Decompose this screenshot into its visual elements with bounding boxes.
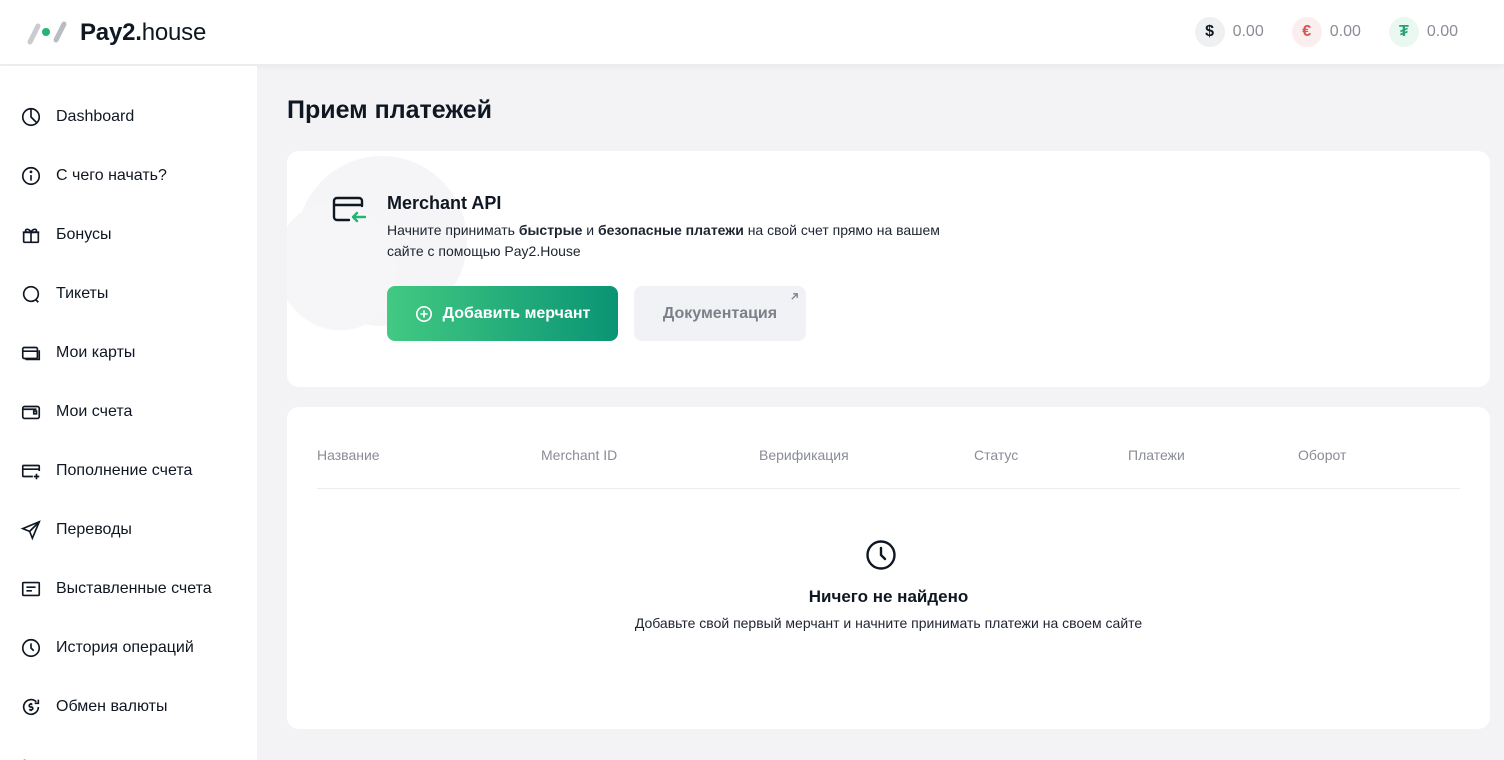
pie-chart-icon [21,107,41,127]
clock-icon [866,540,896,570]
sidebar-item-label: Пополнение счета [56,462,193,479]
add-merchant-label: Добавить мерчант [442,304,591,322]
column-header-merchant-id[interactable]: Merchant ID [541,447,617,463]
logo-text-bold: Pay2. [80,19,142,46]
info-icon [21,166,41,186]
sidebar-item-label: Переводы [56,521,132,538]
plus-circle-icon [415,305,432,322]
column-header-turnover[interactable]: Оборот [1298,447,1346,463]
logo-text-light: house [141,19,207,46]
invoice-icon [21,581,41,597]
merchant-api-title: Merchant API [387,193,502,213]
sidebar-item-invoices[interactable]: Выставленные счета [20,577,212,601]
balance-usd[interactable]: $ 0.00 [1194,17,1264,47]
sidebar-item-top-up[interactable]: Пополнение счета [20,459,192,483]
sidebar-item-label: Обмен валюты [56,698,168,715]
page-title: Прием платежей [287,96,492,124]
sidebar-item-dashboard[interactable]: Dashboard [20,105,134,129]
send-icon [20,520,41,541]
balance-usd-value: 0.00 [1232,23,1264,40]
sidebar-item-my-cards[interactable]: Мои карты [20,341,135,365]
exchange-icon [22,698,40,716]
sidebar-item-label: Бонусы [56,226,112,243]
partial-icon [23,759,26,760]
clock-icon [21,638,41,658]
merchant-api-card: Merchant API Начните принимать быстрые и… [287,151,1490,387]
gift-icon [22,228,40,244]
merchants-table-card: Название Merchant ID Верификация Статус … [287,407,1490,729]
sidebar-item-exchange[interactable]: Обмен валюты [20,695,167,719]
balances: $ 0.00 € 0.00 ₮ 0.00 [1194,17,1458,47]
sidebar-item-bonuses[interactable]: Бонусы [20,223,112,247]
sidebar-item-label: С чего начать? [56,167,167,184]
sidebar-item-label: Dashboard [56,108,135,125]
sidebar-item-label: Выставленные счета [56,580,212,597]
sidebar-item-label: Тикеты [56,285,109,302]
logo-text: Pay2.house [80,19,206,47]
euro-icon: € [1291,17,1322,47]
balance-eur-value: 0.00 [1329,23,1361,40]
sidebar: Dashboard С чего начать? Бонусы Тикеты М… [0,66,257,760]
sidebar-item-partial[interactable] [20,754,56,760]
empty-state-title: Ничего не найдено [808,587,969,606]
main-content: Прием платежей Merchant API Начните прин… [257,66,1504,760]
documentation-button[interactable]: Документация [634,286,806,341]
balance-eur[interactable]: € 0.00 [1291,17,1361,47]
external-link-icon [791,293,798,300]
sidebar-item-tickets[interactable]: Тикеты [20,282,108,306]
card-transfer-icon [332,196,367,223]
tether-icon: ₮ [1388,17,1419,47]
table-header-divider [317,488,1460,489]
balance-usdt-value: 0.00 [1426,23,1458,40]
logo-mark-icon [27,21,67,45]
dollar-icon: $ [1194,17,1225,47]
wallet-icon [21,405,41,420]
chat-icon [22,285,40,303]
sidebar-item-history[interactable]: История операций [20,636,194,660]
merchant-api-description: Начните принимать быстрые и безопасные п… [387,222,940,259]
documentation-label: Документация [662,304,778,322]
sidebar-item-getting-started[interactable]: С чего начать? [20,164,167,188]
column-header-status[interactable]: Статус [974,447,1018,463]
add-merchant-button[interactable]: Добавить мерчант [387,286,618,341]
column-header-verification[interactable]: Верификация [759,447,849,463]
sidebar-item-label: История операций [56,639,194,656]
column-header-name[interactable]: Название [317,447,380,463]
sidebar-item-transfers[interactable]: Переводы [20,518,132,542]
logo[interactable]: Pay2.house [26,18,206,48]
sidebar-item-label: Мои счета [56,403,133,420]
sidebar-item-my-accounts[interactable]: Мои счета [20,400,132,424]
sidebar-item-label: Мои карты [56,344,136,361]
balance-usdt[interactable]: ₮ 0.00 [1388,17,1458,47]
top-bar: Pay2.house $ 0.00 € 0.00 ₮ 0.00 [0,0,1504,65]
empty-state-subtitle: Добавьте свой первый мерчант и начните п… [634,615,1143,631]
cards-icon [21,346,41,361]
card-add-icon [21,464,41,480]
column-header-payments[interactable]: Платежи [1128,447,1185,463]
